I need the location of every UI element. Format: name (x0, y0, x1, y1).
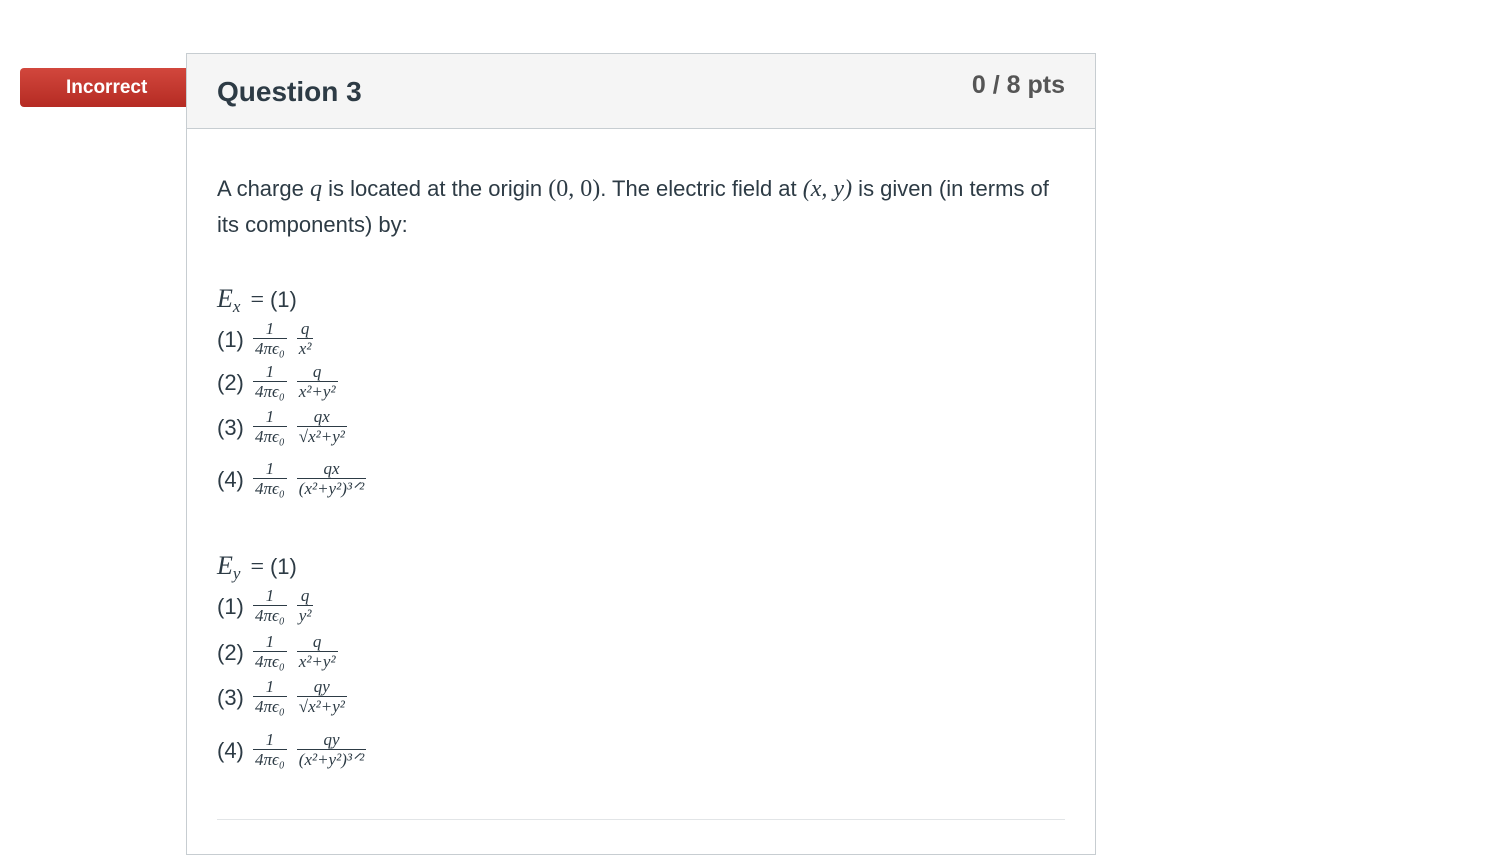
ey-var: E (217, 551, 233, 580)
ey-block: Ey = (1) (1) 1 4πϵ₀ q y² (2) 1 4πϵ₀ q x²+y² (3… (217, 551, 367, 769)
option-number: (4) (217, 737, 244, 763)
ey-header: Ey = (1) (217, 551, 297, 585)
ex-option-1: (1) 1 4πϵ₀ q x² (217, 320, 323, 359)
value-fraction: qy (x²+y²)³ᐟ² (296, 730, 367, 769)
ex-header: Ex = (1) (217, 284, 297, 318)
option-number: (2) (217, 639, 244, 665)
coef-fraction: 1 4πϵ₀ (253, 362, 287, 401)
ey-option-4: (4) 1 4πϵ₀ qy (x²+y²)³ᐟ² (217, 731, 376, 770)
ey-option-1: (1) 1 4πϵ₀ q y² (217, 587, 323, 626)
value-fraction: q x²+y² (296, 362, 338, 401)
option-number: (3) (217, 414, 244, 440)
option-number: (3) (217, 684, 244, 710)
value-fraction: q x² (296, 319, 314, 358)
coef-fraction: 1 4πϵ₀ (253, 319, 287, 358)
coef-fraction: 1 4πϵ₀ (253, 730, 287, 769)
question-title: Question 3 (217, 76, 362, 107)
ey-option-2: (2) 1 4πϵ₀ q x²+y² (217, 633, 348, 672)
ex-option-2: (2) 1 4πϵ₀ q x²+y² (217, 363, 348, 402)
coef-fraction: 1 4πϵ₀ (253, 677, 287, 716)
ex-var: E (217, 284, 233, 313)
incorrect-label: Incorrect (66, 77, 148, 98)
stem-text-1: A charge (217, 176, 310, 201)
value-fraction: qy √x²+y² (296, 677, 347, 716)
question-stem: A charge q is located at the origin (0, … (217, 171, 1067, 243)
value-fraction: q x²+y² (296, 632, 338, 671)
stem-point: (x, y) (802, 176, 853, 202)
question-points: 0 / 8 pts (971, 71, 1065, 99)
stem-text-2: is located at the origin (321, 176, 549, 201)
ey-option-3: (3) 1 4πϵ₀ qy √x²+y² (217, 678, 357, 717)
ey-equals: = (250, 554, 264, 580)
ex-option-3: (3) 1 4πϵ₀ qx √x²+y² (217, 408, 357, 447)
coef-fraction: 1 4πϵ₀ (253, 407, 287, 446)
question-header: Question 3 0 / 8 pts (187, 54, 1095, 129)
ey-sub: y (232, 564, 241, 583)
coef-fraction: 1 4πϵ₀ (253, 586, 287, 625)
option-number: (1) (217, 593, 244, 619)
question-content: A charge q is located at the origin (0, … (217, 171, 1067, 769)
coef-fraction: 1 4πϵ₀ (253, 459, 287, 498)
coef-fraction: 1 4πϵ₀ (253, 632, 287, 671)
value-fraction: qx (x²+y²)³ᐟ² (296, 459, 367, 498)
ex-block: Ex = (1) (1) 1 4πϵ₀ q x² (2) 1 4πϵ₀ q x²+y² (3… (217, 284, 367, 498)
ex-sub: x (232, 297, 241, 316)
ey-blank-1[interactable]: (1) (270, 554, 297, 580)
option-number: (4) (217, 466, 244, 492)
stem-charge-symbol: q (309, 176, 322, 202)
content-divider (217, 819, 1065, 820)
stem-origin: (0, 0) (548, 176, 601, 202)
stem-text-3: . The electric field at (600, 176, 803, 201)
incorrect-badge: Incorrect (20, 68, 209, 107)
ex-option-4: (4) 1 4πϵ₀ qx (x²+y²)³ᐟ² (217, 460, 376, 499)
option-number: (2) (217, 369, 244, 395)
ex-blank-1[interactable]: (1) (270, 287, 297, 313)
value-fraction: qx √x²+y² (296, 407, 347, 446)
question-card: Question 3 0 / 8 pts A charge q is locat… (186, 53, 1096, 855)
value-fraction: q y² (296, 586, 314, 625)
ex-equals: = (250, 287, 264, 313)
option-number: (1) (217, 326, 244, 352)
